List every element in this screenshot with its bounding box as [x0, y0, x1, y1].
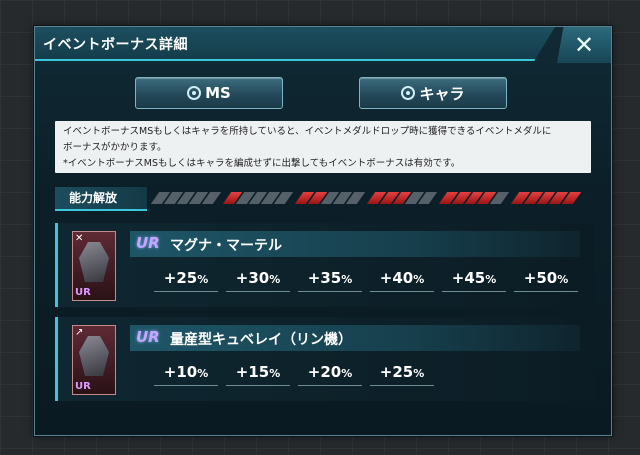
bonus-value: +20% — [298, 363, 362, 386]
description-line: ボーナスがかかります。 — [63, 142, 167, 153]
tab-character[interactable]: キャラ — [359, 77, 507, 109]
unit-name-bar: UR マグナ・マーテル — [130, 231, 580, 257]
level-indicator-4 — [438, 192, 510, 204]
description-line: イベントボーナスMSもしくはキャラを所持していると、イベントメダルドロップ時に獲… — [63, 126, 552, 137]
description-box: イベントボーナスMSもしくはキャラを所持していると、イベントメダルドロップ時に獲… — [55, 121, 591, 173]
tab-character-label: キャラ — [419, 84, 465, 103]
level-indicator-3 — [366, 192, 438, 204]
bonus-value: +15% — [226, 363, 290, 386]
bonus-value: +25% — [370, 363, 434, 386]
bonus-value: +10% — [154, 363, 218, 386]
mobile-suit-image — [79, 336, 109, 376]
level-indicator-0 — [150, 192, 222, 204]
unit-thumbnail: ✕ UR — [72, 231, 116, 301]
bonus-value: +50% — [514, 269, 578, 292]
tab-ms[interactable]: MS — [135, 77, 283, 109]
unit-name-bar: UR 量産型キュベレイ（リン機） — [130, 325, 580, 351]
level-indicator-2 — [294, 192, 366, 204]
target-icon — [401, 86, 416, 100]
ability-unlock-label: 能力解放 — [55, 187, 147, 211]
bonus-value: +30% — [226, 269, 290, 292]
close-button[interactable]: ✕ — [557, 27, 611, 63]
ability-unlock-bar: 能力解放 — [55, 187, 591, 211]
unit-card[interactable]: ↗ UR UR 量産型キュベレイ（リン機） +10% +15% +20% +25… — [55, 317, 594, 401]
rarity-label: UR — [136, 234, 160, 252]
event-bonus-dialog: イベントボーナス詳細 ✕ MS キャラ イベントボーナスMSもしくはキャラを所持… — [34, 26, 612, 436]
tab-ms-label: MS — [205, 84, 231, 102]
target-icon — [187, 86, 202, 100]
rarity-badge: UR — [75, 287, 91, 298]
dialog-title: イベントボーナス詳細 — [43, 37, 188, 53]
title-bar: イベントボーナス詳細 — [35, 27, 555, 61]
bonus-value: +40% — [370, 269, 434, 292]
bonus-value: +45% — [442, 269, 506, 292]
description-line: *イベントボーナスMSもしくはキャラを編成せずに出撃してもイベントボーナスは有効… — [63, 158, 461, 169]
unit-name: 量産型キュベレイ（リン機） — [170, 332, 352, 348]
bonus-value: +35% — [298, 269, 362, 292]
unit-name: マグナ・マーテル — [170, 238, 282, 254]
bonus-value: +25% — [154, 269, 218, 292]
rarity-badge: UR — [75, 381, 91, 392]
attribute-icon: ✕ — [75, 233, 84, 244]
unit-thumbnail: ↗ UR — [72, 325, 116, 395]
close-icon: ✕ — [573, 31, 595, 59]
attribute-icon: ↗ — [75, 327, 84, 338]
rarity-label: UR — [136, 328, 160, 346]
unit-card[interactable]: ✕ UR UR マグナ・マーテル +25% +30% +35% +40% +45… — [55, 223, 594, 307]
level-indicator-5 — [510, 192, 582, 204]
mobile-suit-image — [79, 242, 109, 282]
level-indicator-1 — [222, 192, 294, 204]
